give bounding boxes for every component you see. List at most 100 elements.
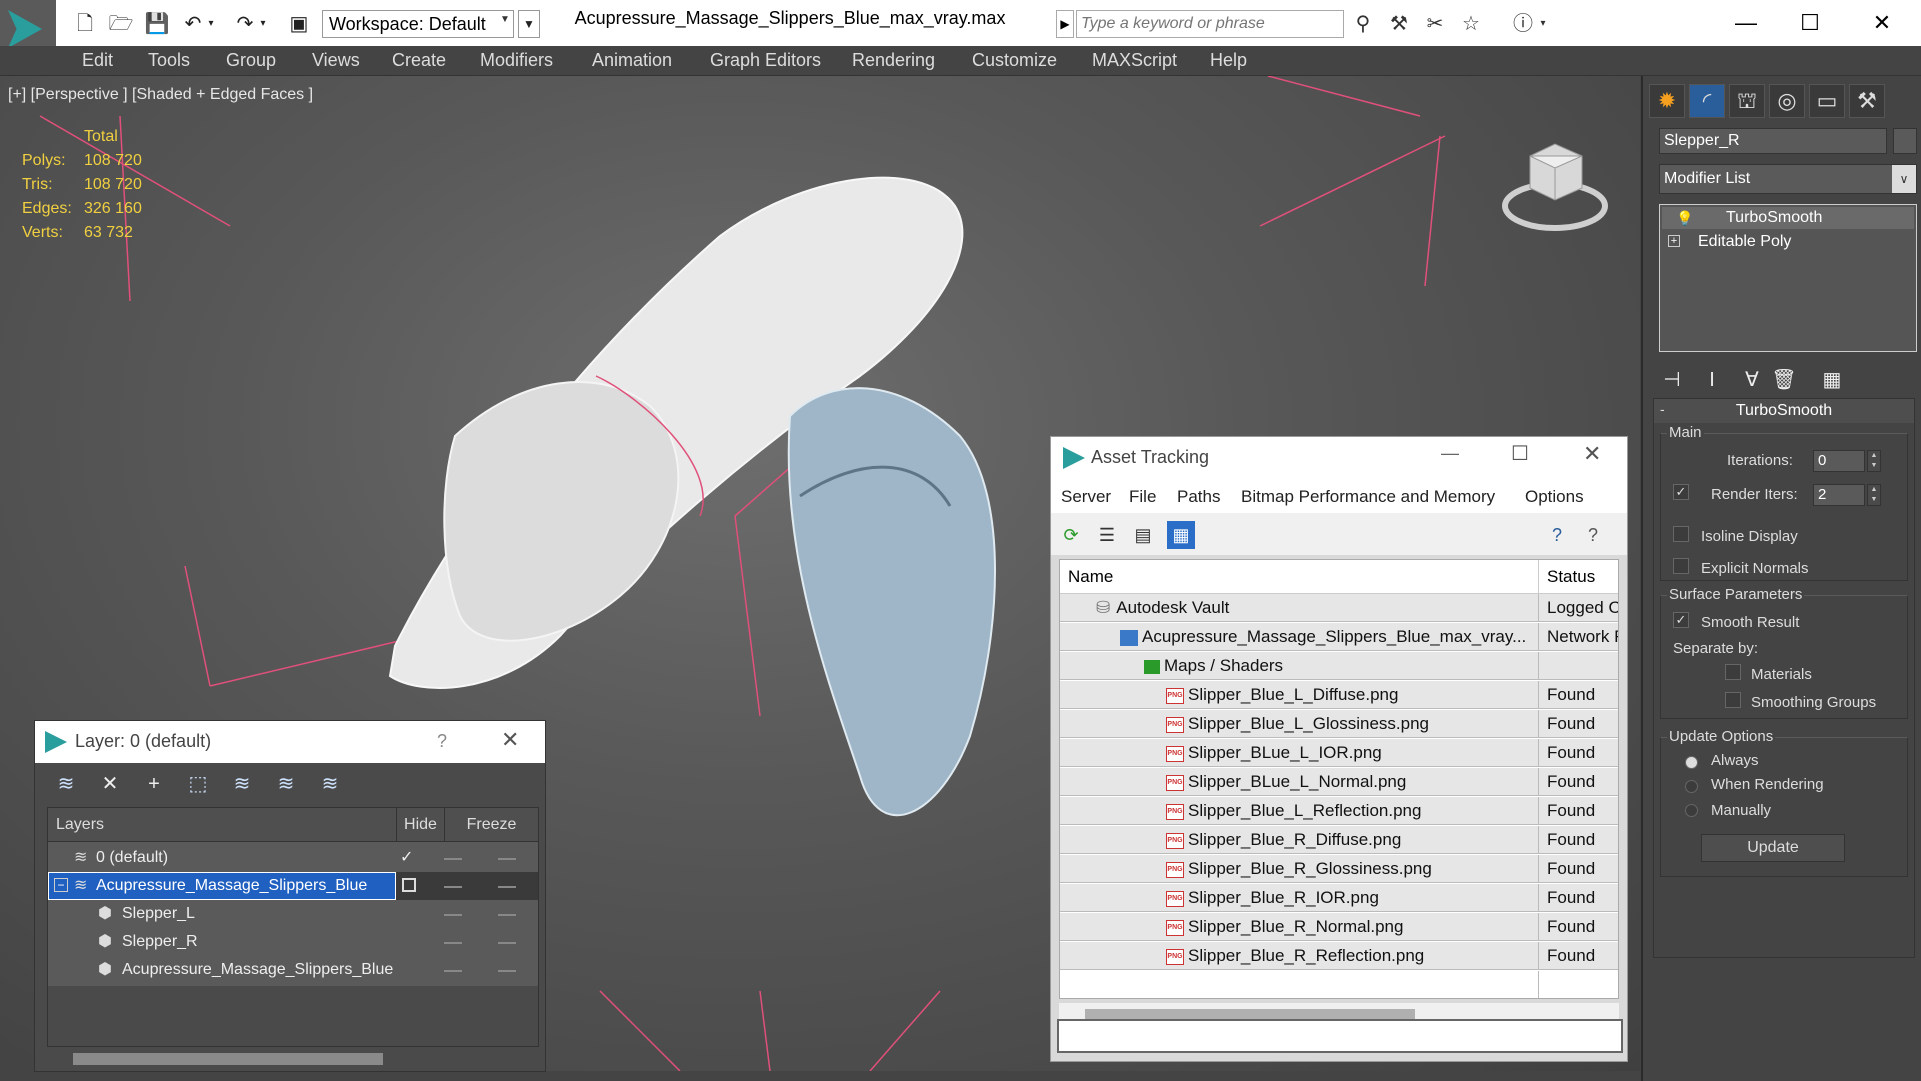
binoculars-icon[interactable]: ⚲ [1350,12,1376,36]
undo-icon[interactable]: ↶ [180,12,206,36]
column-hide[interactable]: Hide [396,808,444,842]
stack-item-editable-poly[interactable]: + Editable Poly [1662,231,1914,253]
freeze-toggle[interactable] [498,858,516,860]
make-unique-icon[interactable]: ∀ [1737,366,1767,394]
highlight-layer-icon[interactable]: ≋ [225,769,259,799]
motion-tab-icon[interactable]: ◎ [1769,84,1805,118]
hierarchy-tab-icon[interactable]: ⛫ [1729,84,1765,118]
menu-bitmap-performance[interactable]: Bitmap Performance and Memory [1241,487,1495,507]
table-row[interactable]: PNG Slipper_Blue_R_Reflection.png Found [1060,942,1618,970]
menu-customize[interactable]: Customize [972,50,1057,71]
hide-all-icon[interactable]: ≋ [269,769,303,799]
menu-help[interactable]: Help [1210,50,1247,71]
freeze-toggle[interactable] [498,886,516,888]
table-row[interactable]: PNG Slipper_Blue_L_Glossiness.png Found [1060,710,1618,738]
collapse-minus-icon[interactable]: − [54,878,68,892]
render-iters-spinner[interactable]: ▲ ▼ [1867,484,1881,506]
table-row[interactable]: PNG Slipper_BLue_L_IOR.png Found [1060,739,1618,767]
materials-checkbox[interactable] [1725,664,1741,680]
freeze-all-icon[interactable]: ≋ [313,769,347,799]
smooth-result-checkbox[interactable]: ✓ [1673,612,1689,628]
table-row[interactable]: PNG Slipper_BLue_L_Normal.png Found [1060,768,1618,796]
manually-radio[interactable] [1685,804,1698,817]
undo-dropdown-icon[interactable]: ▾ [204,12,218,36]
iterations-input[interactable]: 0 [1813,450,1865,472]
viewcube-icon[interactable] [1500,126,1610,236]
table-row[interactable]: PNG Slipper_Blue_R_Diffuse.png Found [1060,826,1618,854]
redo-icon[interactable]: ↷ [232,12,258,36]
search-expand-button[interactable]: ▶ [1056,10,1074,38]
save-icon[interactable]: 💾 [144,12,170,36]
freeze-toggle[interactable] [498,970,516,972]
layer-row[interactable]: ⬢ Slepper_L [48,900,538,928]
pin-stack-icon[interactable]: ⊣ [1657,366,1687,394]
minimize-button[interactable]: — [1441,443,1459,464]
delete-layer-icon[interactable]: ✕ [93,769,127,799]
menu-edit[interactable]: Edit [82,50,113,71]
list-view-icon[interactable]: ☰ [1093,521,1121,549]
table-row[interactable]: PNG Slipper_Blue_R_Normal.png Found [1060,913,1618,941]
redo-dropdown-icon[interactable]: ▾ [256,12,270,36]
close-button[interactable]: ✕ [501,727,519,753]
thumbnail-view-icon[interactable]: ▤ [1129,521,1157,549]
minimize-button[interactable]: — [1718,6,1774,40]
menu-create[interactable]: Create [392,50,446,71]
maximize-button[interactable]: ☐ [1511,441,1529,466]
modifier-list-dropdown[interactable]: Modifier List ∨ [1659,164,1917,194]
render-iters-checkbox[interactable]: ✓ [1673,484,1689,500]
rollout-header[interactable]: - TurboSmooth [1654,399,1914,423]
stack-item-turbosmooth[interactable]: 💡 TurboSmooth [1662,207,1914,229]
freeze-toggle[interactable] [498,942,516,944]
table-view-icon[interactable]: ▦ [1167,521,1195,549]
close-button[interactable]: ✕ [1854,6,1910,40]
project-folder-icon[interactable]: ▣ [286,12,312,36]
freeze-toggle[interactable] [498,914,516,916]
set-current-box[interactable] [402,878,416,892]
menu-group[interactable]: Group [226,50,276,71]
object-color-swatch[interactable] [1893,128,1917,154]
column-layers[interactable]: Layers [48,808,396,842]
help-icon[interactable]: ⓘ [1510,12,1536,36]
scrollbar-thumb[interactable] [73,1053,383,1065]
table-row[interactable]: PNG Slipper_Blue_R_Glossiness.png Found [1060,855,1618,883]
menu-file[interactable]: File [1129,487,1156,507]
layer-dialog-titlebar[interactable]: Layer: 0 (default) ? ✕ [35,721,545,763]
asset-path-input[interactable] [1057,1019,1623,1053]
add-to-layer-icon[interactable]: + [137,769,171,799]
utilities-tab-icon[interactable]: ⚒ [1849,84,1885,118]
refresh-icon[interactable]: ⟳ [1057,521,1085,549]
menu-graph-editors[interactable]: Graph Editors [710,50,821,71]
render-iters-input[interactable]: 2 [1813,484,1865,506]
tools-icon[interactable]: ⚒ [1386,12,1412,36]
favorites-star-icon[interactable]: ☆ [1458,12,1484,36]
layer-row[interactable]: ≋ 0 (default) ✓ [48,844,538,872]
context-help-icon[interactable]: ? [1579,521,1607,549]
new-layer-icon[interactable]: ≋ [49,769,83,799]
table-row[interactable]: PNG Slipper_Blue_L_Reflection.png Found [1060,797,1618,825]
table-row[interactable]: PNG Slipper_Blue_L_Diffuse.png Found [1060,681,1618,709]
modify-tab-icon[interactable]: ◜ [1689,84,1725,118]
layer-row[interactable]: ⬢ Acupressure_Massage_Slippers_Blue [48,956,538,984]
menu-maxscript[interactable]: MAXScript [1092,50,1177,71]
menu-paths[interactable]: Paths [1177,487,1220,507]
object-name-field[interactable]: Slepper_R [1659,128,1887,154]
new-file-icon[interactable]: 🗋 [72,12,98,36]
column-freeze[interactable]: Freeze [444,808,538,842]
column-status[interactable]: Status [1538,560,1618,594]
remove-modifier-icon[interactable]: 🗑 [1769,366,1799,394]
menu-tools[interactable]: Tools [148,50,190,71]
close-button[interactable]: ✕ [1583,441,1601,467]
help-button[interactable]: ? [437,731,447,752]
table-row[interactable]: Maps / Shaders [1060,652,1618,680]
workspace-select[interactable]: Workspace: Default [322,10,514,38]
communication-icon[interactable]: ✂ [1422,12,1448,36]
menu-options[interactable]: Options [1525,487,1584,507]
hide-toggle[interactable] [444,858,462,860]
search-input[interactable] [1076,10,1344,38]
help-icon[interactable]: ? [1543,521,1571,549]
explicit-normals-checkbox[interactable] [1673,558,1689,574]
iterations-spinner[interactable]: ▲ ▼ [1867,450,1881,472]
hide-toggle[interactable] [444,942,462,944]
configure-sets-icon[interactable]: ▦ [1817,366,1847,394]
select-objects-icon[interactable]: ⬚ [181,769,215,799]
